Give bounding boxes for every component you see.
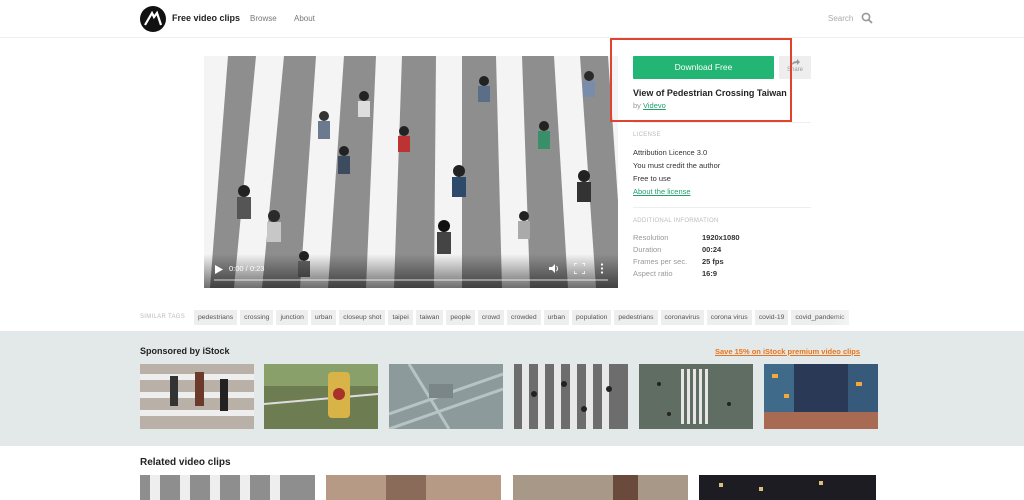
license-heading: LICENSE <box>633 132 661 138</box>
logo-icon[interactable] <box>140 6 166 32</box>
tag-item[interactable]: covid-19 <box>754 310 789 325</box>
more-options-icon[interactable] <box>600 263 604 274</box>
tag-item[interactable]: urban <box>543 310 570 325</box>
istock-offer-link[interactable]: Save 15% on iStock premium video clips <box>715 347 860 356</box>
site-header: Free video clips Browse About Search <box>0 0 1024 38</box>
tag-item[interactable]: taipei <box>388 310 413 325</box>
tag-item[interactable]: people <box>446 310 475 325</box>
video-time: 0:00 / 0:23 <box>229 264 265 273</box>
tag-item[interactable]: population <box>572 310 612 325</box>
search-icon[interactable] <box>861 12 873 24</box>
about-license-link[interactable]: About the license <box>633 187 691 196</box>
nav-about[interactable]: About <box>294 14 315 23</box>
tag-item[interactable]: urban <box>310 310 337 325</box>
tag-item[interactable]: taiwan <box>415 310 444 325</box>
tag-item[interactable]: closeup shot <box>339 310 386 325</box>
tag-item[interactable]: crowd <box>477 310 504 325</box>
info-value-aspect: 16:9 <box>702 269 718 278</box>
related-thumbnail[interactable] <box>699 475 876 500</box>
video-controls: 0:00 / 0:23 <box>204 254 618 288</box>
nav-browse[interactable]: Browse <box>250 14 277 23</box>
tag-item[interactable]: crowded <box>506 310 541 325</box>
info-key-aspect: Aspect ratio <box>633 269 673 278</box>
tag-item[interactable]: pedestrians <box>194 310 238 325</box>
tag-item[interactable]: junction <box>276 310 308 325</box>
info-heading: ADDITIONAL INFORMATION <box>633 218 719 224</box>
tag-item[interactable]: corona virus <box>706 310 752 325</box>
divider <box>633 122 811 123</box>
license-line-free: Free to use <box>633 174 671 183</box>
volume-icon[interactable] <box>549 263 560 274</box>
info-value-fps: 25 fps <box>702 257 724 266</box>
sponsored-title: Sponsored by iStock <box>140 346 230 356</box>
info-key-resolution: Resolution <box>633 233 669 242</box>
tag-item[interactable]: crossing <box>240 310 274 325</box>
tag-item[interactable]: coronavirus <box>660 310 704 325</box>
brand-name[interactable]: Free video clips <box>172 13 240 23</box>
license-line-credit: You must credit the author <box>633 161 721 170</box>
sponsored-thumbnail[interactable] <box>264 364 378 429</box>
tag-list: pedestrians crossing junction urban clos… <box>194 310 884 325</box>
tag-fade <box>830 308 890 328</box>
related-thumbnail[interactable] <box>326 475 501 500</box>
related-title: Related video clips <box>140 457 231 468</box>
fullscreen-icon[interactable] <box>574 263 585 274</box>
related-thumbnail[interactable] <box>140 475 315 500</box>
search-input[interactable]: Search <box>828 14 853 23</box>
info-value-duration: 00:24 <box>702 245 722 254</box>
sponsored-thumbnail[interactable] <box>639 364 753 429</box>
sponsored-thumbnail[interactable] <box>389 364 503 429</box>
tag-item[interactable]: pedestrians <box>614 310 658 325</box>
progress-bar[interactable] <box>214 279 608 281</box>
divider <box>633 207 811 208</box>
sponsored-section: Sponsored by iStock Save 15% on iStock p… <box>0 331 1024 446</box>
tags-heading: SIMILAR TAGS <box>140 314 186 320</box>
info-value-resolution: 1920x1080 <box>702 233 740 242</box>
license-name: Attribution Licence 3.0 <box>633 148 708 157</box>
info-key-duration: Duration <box>633 245 662 254</box>
sponsored-thumbnail[interactable] <box>514 364 628 429</box>
highlight-box <box>610 38 792 122</box>
info-key-fps: Frames per sec. <box>633 257 688 266</box>
sponsored-thumbnail[interactable] <box>140 364 254 429</box>
play-icon[interactable] <box>215 265 223 274</box>
sponsored-thumbnail[interactable] <box>764 364 878 429</box>
related-thumbnail[interactable] <box>513 475 688 500</box>
video-player[interactable]: 0:00 / 0:23 <box>204 56 618 288</box>
